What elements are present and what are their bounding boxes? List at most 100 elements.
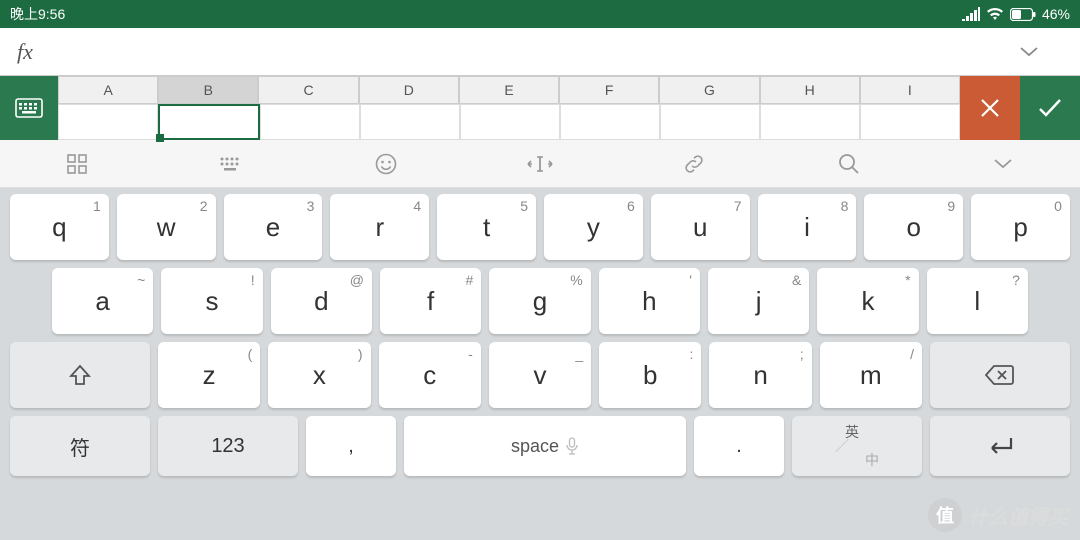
watermark: 值 什么值得买 (928, 498, 1068, 532)
cell-I1[interactable] (860, 104, 960, 140)
signal-icon (962, 7, 980, 21)
cell-E1[interactable] (460, 104, 560, 140)
key-g[interactable]: g% (489, 268, 590, 334)
key-r[interactable]: r4 (330, 194, 429, 260)
keyboard-icon (15, 98, 43, 118)
column-header-D[interactable]: D (359, 76, 459, 104)
language-key[interactable]: 英 ／ 中 (792, 416, 922, 476)
cell-B1[interactable] (158, 104, 260, 140)
watermark-text: 什么值得买 (968, 501, 1068, 530)
key-b[interactable]: b: (599, 342, 701, 408)
ime-toolbar (0, 140, 1080, 188)
cell-A1[interactable] (58, 104, 158, 140)
key-i[interactable]: i8 (758, 194, 857, 260)
lang-secondary: 中 (835, 453, 879, 467)
column-header-F[interactable]: F (559, 76, 659, 104)
column-header-B[interactable]: B (158, 76, 258, 104)
backspace-key[interactable] (930, 342, 1070, 408)
cell-H1[interactable] (760, 104, 860, 140)
chevron-down-icon (994, 159, 1012, 169)
check-icon (1038, 98, 1062, 118)
column-header-G[interactable]: G (659, 76, 759, 104)
key-u[interactable]: u7 (651, 194, 750, 260)
key-s[interactable]: s! (161, 268, 262, 334)
column-header-E[interactable]: E (459, 76, 559, 104)
column-headers: ABCDEFGHI (58, 76, 960, 104)
key-q[interactable]: q1 (10, 194, 109, 260)
numeric-key[interactable]: 123 (158, 416, 298, 476)
key-sup: # (466, 272, 474, 288)
key-n[interactable]: n; (709, 342, 811, 408)
column-header-A[interactable]: A (58, 76, 158, 104)
key-sup: ~ (137, 272, 145, 288)
key-sup: _ (575, 346, 583, 362)
key-f[interactable]: f# (380, 268, 481, 334)
cell-C1[interactable] (260, 104, 360, 140)
key-c[interactable]: c- (379, 342, 481, 408)
key-l[interactable]: l? (927, 268, 1028, 334)
key-sup: % (570, 272, 582, 288)
key-m[interactable]: m/ (820, 342, 922, 408)
search-icon (838, 153, 860, 175)
space-key[interactable]: space (404, 416, 686, 476)
key-a[interactable]: a~ (52, 268, 153, 334)
formula-bar: fx (0, 28, 1080, 76)
fx-label: fx (0, 39, 50, 65)
space-label: space (511, 436, 559, 457)
formula-input[interactable] (50, 28, 1020, 75)
shift-icon (68, 363, 92, 387)
cursor-tool[interactable] (463, 155, 617, 173)
column-header-H[interactable]: H (760, 76, 860, 104)
key-sup: 1 (93, 198, 101, 214)
keyboard-tool[interactable] (154, 156, 308, 172)
key-sup: 3 (307, 198, 315, 214)
key-o[interactable]: o9 (864, 194, 963, 260)
key-k[interactable]: k* (817, 268, 918, 334)
key-t[interactable]: t5 (437, 194, 536, 260)
search-tool[interactable] (771, 153, 925, 175)
keyboard-toggle-button[interactable] (0, 76, 58, 140)
grid: ABCDEFGHI (58, 76, 960, 140)
key-sup: ) (358, 346, 363, 362)
cancel-button[interactable] (960, 76, 1020, 140)
keyboard-small-icon (219, 156, 243, 172)
shift-key[interactable] (10, 342, 150, 408)
key-d[interactable]: d@ (271, 268, 372, 334)
key-e[interactable]: e3 (224, 194, 323, 260)
cell-D1[interactable] (360, 104, 460, 140)
cell-F1[interactable] (560, 104, 660, 140)
emoji-tool[interactable] (309, 153, 463, 175)
key-sup: 6 (627, 198, 635, 214)
status-time: 晚上9:56 (10, 4, 962, 24)
column-header-C[interactable]: C (258, 76, 358, 104)
key-h[interactable]: h' (599, 268, 700, 334)
clipboard-tool[interactable] (617, 153, 771, 175)
symbol-key[interactable]: 符 (10, 416, 150, 476)
comma-key[interactable]: , (306, 416, 396, 476)
key-z[interactable]: z( (158, 342, 260, 408)
backspace-icon (985, 364, 1015, 386)
soft-keyboard: q1w2e3r4t5y6u7i8o9p0 a~s!d@f#g%h'j&k*l? … (0, 188, 1080, 476)
key-sup: * (905, 272, 910, 288)
key-y[interactable]: y6 (544, 194, 643, 260)
key-sup: 4 (413, 198, 421, 214)
enter-key[interactable] (930, 416, 1070, 476)
key-j[interactable]: j& (708, 268, 809, 334)
key-x[interactable]: x) (268, 342, 370, 408)
link-icon (683, 153, 705, 175)
formula-expand[interactable] (1020, 47, 1080, 57)
cell-G1[interactable] (660, 104, 760, 140)
key-w[interactable]: w2 (117, 194, 216, 260)
collapse-tool[interactable] (926, 159, 1080, 169)
column-header-I[interactable]: I (860, 76, 960, 104)
battery-pct: 46% (1042, 6, 1070, 22)
edit-actions (960, 76, 1080, 140)
key-v[interactable]: v_ (489, 342, 591, 408)
key-p[interactable]: p0 (971, 194, 1070, 260)
status-bar: 晚上9:56 46% (0, 0, 1080, 28)
accept-button[interactable] (1020, 76, 1080, 140)
grid-tool[interactable] (0, 154, 154, 174)
period-key[interactable]: . (694, 416, 784, 476)
battery-icon (1010, 8, 1036, 21)
key-sup: 5 (520, 198, 528, 214)
